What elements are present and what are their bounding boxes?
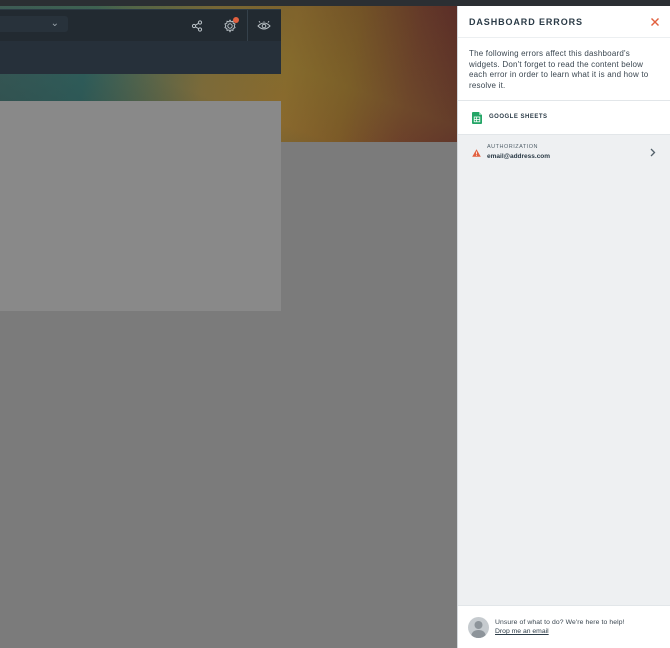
notification-badge <box>233 17 239 23</box>
warning-icon <box>472 149 481 157</box>
dashboard-subbar <box>0 41 281 74</box>
close-icon <box>651 18 659 26</box>
error-type: AUTHORIZATION <box>487 144 539 150</box>
dashboard-errors-drawer: DASHBOARD ERRORS The following errors af… <box>457 6 670 648</box>
email-link[interactable]: Drop me an email <box>495 628 549 635</box>
chevron-down-icon: ⌄ <box>50 18 59 29</box>
error-item-authorization[interactable]: AUTHORIZATION email@address.com <box>458 135 670 171</box>
settings-icon[interactable] <box>220 16 240 36</box>
drawer-description: The following errors affect this dashboa… <box>458 38 670 101</box>
help-text: Unsure of what to do? We're here to help… <box>495 619 625 626</box>
chevron-right-icon <box>650 148 656 157</box>
google-sheets-icon <box>472 112 482 124</box>
dashboard-selector[interactable]: ⌄ <box>0 16 68 32</box>
widget-placeholder <box>0 101 281 311</box>
header-divider <box>247 10 248 42</box>
source-label: GOOGLE SHEETS <box>489 114 548 120</box>
close-button[interactable] <box>648 15 662 29</box>
help-footer: Unsure of what to do? We're here to help… <box>458 605 670 648</box>
error-source-google-sheets: GOOGLE SHEETS <box>458 101 670 135</box>
error-account: email@address.com <box>487 153 551 160</box>
avatar <box>468 617 489 638</box>
dashboard-header: ⌄ <box>0 9 281 42</box>
preview-eye-icon[interactable] <box>254 16 274 36</box>
drawer-title: DASHBOARD ERRORS <box>469 17 583 27</box>
share-icon[interactable] <box>187 16 207 36</box>
overlay-area <box>281 142 458 648</box>
drawer-header: DASHBOARD ERRORS <box>458 6 670 38</box>
